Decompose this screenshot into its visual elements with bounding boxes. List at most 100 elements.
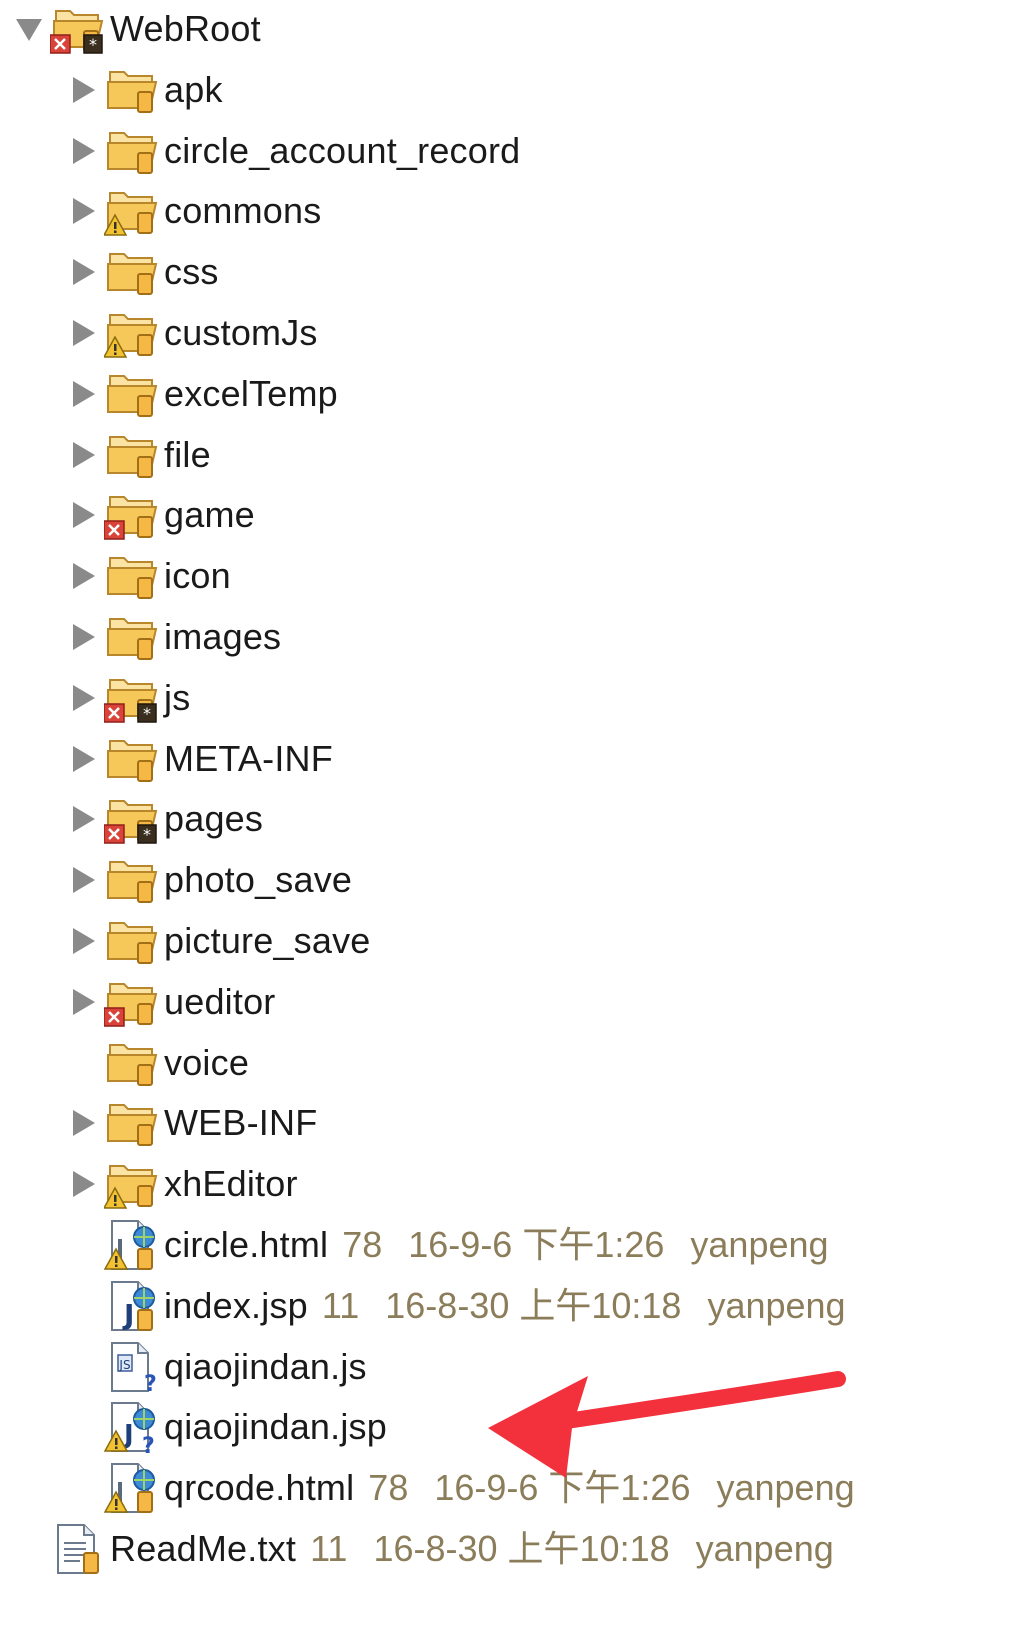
expand-arrow-icon[interactable]: [64, 730, 102, 788]
svn-date: 16-9-6 下午1:26: [408, 1224, 665, 1265]
svg-text:*: *: [143, 825, 151, 844]
jsp-file-icon: J: [104, 1277, 162, 1335]
svn-revision: 78: [342, 1224, 383, 1265]
expand-arrow-icon[interactable]: [64, 912, 102, 970]
expand-arrow-icon[interactable]: [64, 790, 102, 848]
expand-arrow-icon[interactable]: [64, 122, 102, 180]
svn-date: 16-9-6 下午1:26: [434, 1467, 691, 1508]
expand-arrow-icon[interactable]: [64, 182, 102, 240]
folder-warning-icon: [104, 1155, 162, 1213]
svg-text:JS: JS: [118, 1358, 130, 1372]
tree-item-folder[interactable]: excelTemp: [64, 365, 338, 423]
folder-icon: [104, 365, 162, 423]
tree-item-label: META-INF: [164, 738, 333, 779]
expand-arrow-icon[interactable]: [64, 304, 102, 362]
tree-item-file[interactable]: J index.jsp 11 16-8-30 上午10:18 yanpeng: [64, 1277, 872, 1335]
tree-item-folder[interactable]: game: [64, 486, 255, 544]
tree-item-webroot[interactable]: * WebRoot: [10, 0, 261, 58]
folder-icon: [104, 608, 162, 666]
expand-arrow-icon[interactable]: [64, 486, 102, 544]
tree-item-folder[interactable]: images: [64, 608, 281, 666]
expand-arrow-icon[interactable]: [64, 1155, 102, 1213]
tree-item-label: js: [164, 677, 191, 718]
expand-arrow-icon[interactable]: [64, 547, 102, 605]
tree-item-folder[interactable]: circle_account_record: [64, 122, 520, 180]
tree-item-folder[interactable]: photo_save: [64, 851, 352, 909]
tree-item-label: images: [164, 616, 282, 657]
svg-text:?: ?: [142, 1434, 155, 1455]
project-explorer-tree: * WebRoot apk circle_account_record commo…: [0, 0, 1026, 1626]
svn-date: 16-8-30 上午10:18: [385, 1285, 682, 1326]
folder-icon: [104, 730, 162, 788]
tree-item-label: commons: [164, 190, 322, 231]
tree-item-folder[interactable]: icon: [64, 547, 231, 605]
expand-arrow-icon[interactable]: [64, 426, 102, 484]
text-file-icon: [50, 1520, 108, 1578]
expand-arrow-icon[interactable]: [64, 669, 102, 727]
tree-item-folder[interactable]: file: [64, 426, 211, 484]
tree-item-label: customJs: [164, 312, 318, 353]
tree-item-label: excelTemp: [164, 373, 338, 414]
tree-item-folder[interactable]: META-INF: [64, 730, 333, 788]
tree-item-folder[interactable]: ueditor: [64, 973, 275, 1031]
tree-item-label: voice: [164, 1042, 250, 1083]
tree-item-label: file: [164, 434, 211, 475]
svn-author: yanpeng: [707, 1285, 846, 1326]
folder-icon: [104, 61, 162, 119]
collapse-arrow-icon[interactable]: [10, 0, 48, 58]
svg-text:*: *: [89, 35, 97, 54]
tree-item-folder[interactable]: * pages: [64, 790, 263, 848]
expand-arrow-icon[interactable]: [64, 243, 102, 301]
expand-arrow-icon[interactable]: [64, 365, 102, 423]
expand-arrow-icon[interactable]: [64, 1094, 102, 1152]
tree-item-file[interactable]: qrcode.html 78 16-9-6 下午1:26 yanpeng: [64, 1459, 881, 1517]
svn-author: yanpeng: [690, 1224, 829, 1265]
project-folder-error-icon: *: [50, 0, 108, 58]
tree-item-folder[interactable]: apk: [64, 61, 223, 119]
expand-arrow-icon[interactable]: [64, 61, 102, 119]
tree-item-folder[interactable]: xhEditor: [64, 1155, 298, 1213]
tree-item-folder[interactable]: * js: [64, 669, 190, 727]
tree-item-folder[interactable]: picture_save: [64, 912, 371, 970]
folder-error-modified-icon: *: [104, 790, 162, 848]
tree-item-folder[interactable]: WEB-INF: [64, 1094, 317, 1152]
tree-item-label: icon: [164, 555, 231, 596]
js-file-unversioned-icon: JS ?: [104, 1338, 162, 1396]
tree-item-file[interactable]: circle.html 78 16-9-6 下午1:26 yanpeng: [64, 1216, 855, 1274]
tree-item-file[interactable]: ReadMe.txt 11 16-8-30 上午10:18 yanpeng: [10, 1520, 860, 1578]
tree-item-label: qrcode.html: [164, 1467, 355, 1508]
folder-icon: [104, 1094, 162, 1152]
tree-item-folder[interactable]: commons: [64, 182, 321, 240]
tree-item-label: ReadMe.txt: [110, 1528, 297, 1569]
expand-arrow-icon[interactable]: [64, 973, 102, 1031]
svn-decoration: 78 16-9-6 下午1:26 yanpeng: [368, 1459, 880, 1517]
tree-item-folder[interactable]: customJs: [64, 304, 318, 362]
tree-item-label: qiaojindan.js: [164, 1346, 367, 1387]
folder-icon: [104, 243, 162, 301]
tree-item-label: qiaojindan.jsp: [164, 1406, 387, 1447]
folder-error-icon: [104, 486, 162, 544]
tree-item-folder[interactable]: voice: [64, 1034, 249, 1092]
expand-arrow-icon[interactable]: [64, 851, 102, 909]
tree-item-label: game: [164, 494, 255, 535]
tree-item-file[interactable]: J ? qiaojindan.jsp: [64, 1398, 387, 1456]
svn-author: yanpeng: [716, 1467, 855, 1508]
svn-decoration: 78 16-9-6 下午1:26 yanpeng: [342, 1216, 854, 1274]
tree-item-label: css: [164, 251, 219, 292]
expand-arrow-icon[interactable]: [64, 608, 102, 666]
svg-text:?: ?: [144, 1372, 157, 1395]
tree-item-file[interactable]: JS ? qiaojindan.js: [64, 1338, 367, 1396]
tree-item-label: circle_account_record: [164, 130, 521, 171]
folder-icon: [104, 547, 162, 605]
folder-icon: [104, 1034, 162, 1092]
tree-item-folder[interactable]: css: [64, 243, 219, 301]
folder-icon: [104, 912, 162, 970]
tree-item-label: xhEditor: [164, 1163, 298, 1204]
folder-error-icon: [104, 973, 162, 1031]
